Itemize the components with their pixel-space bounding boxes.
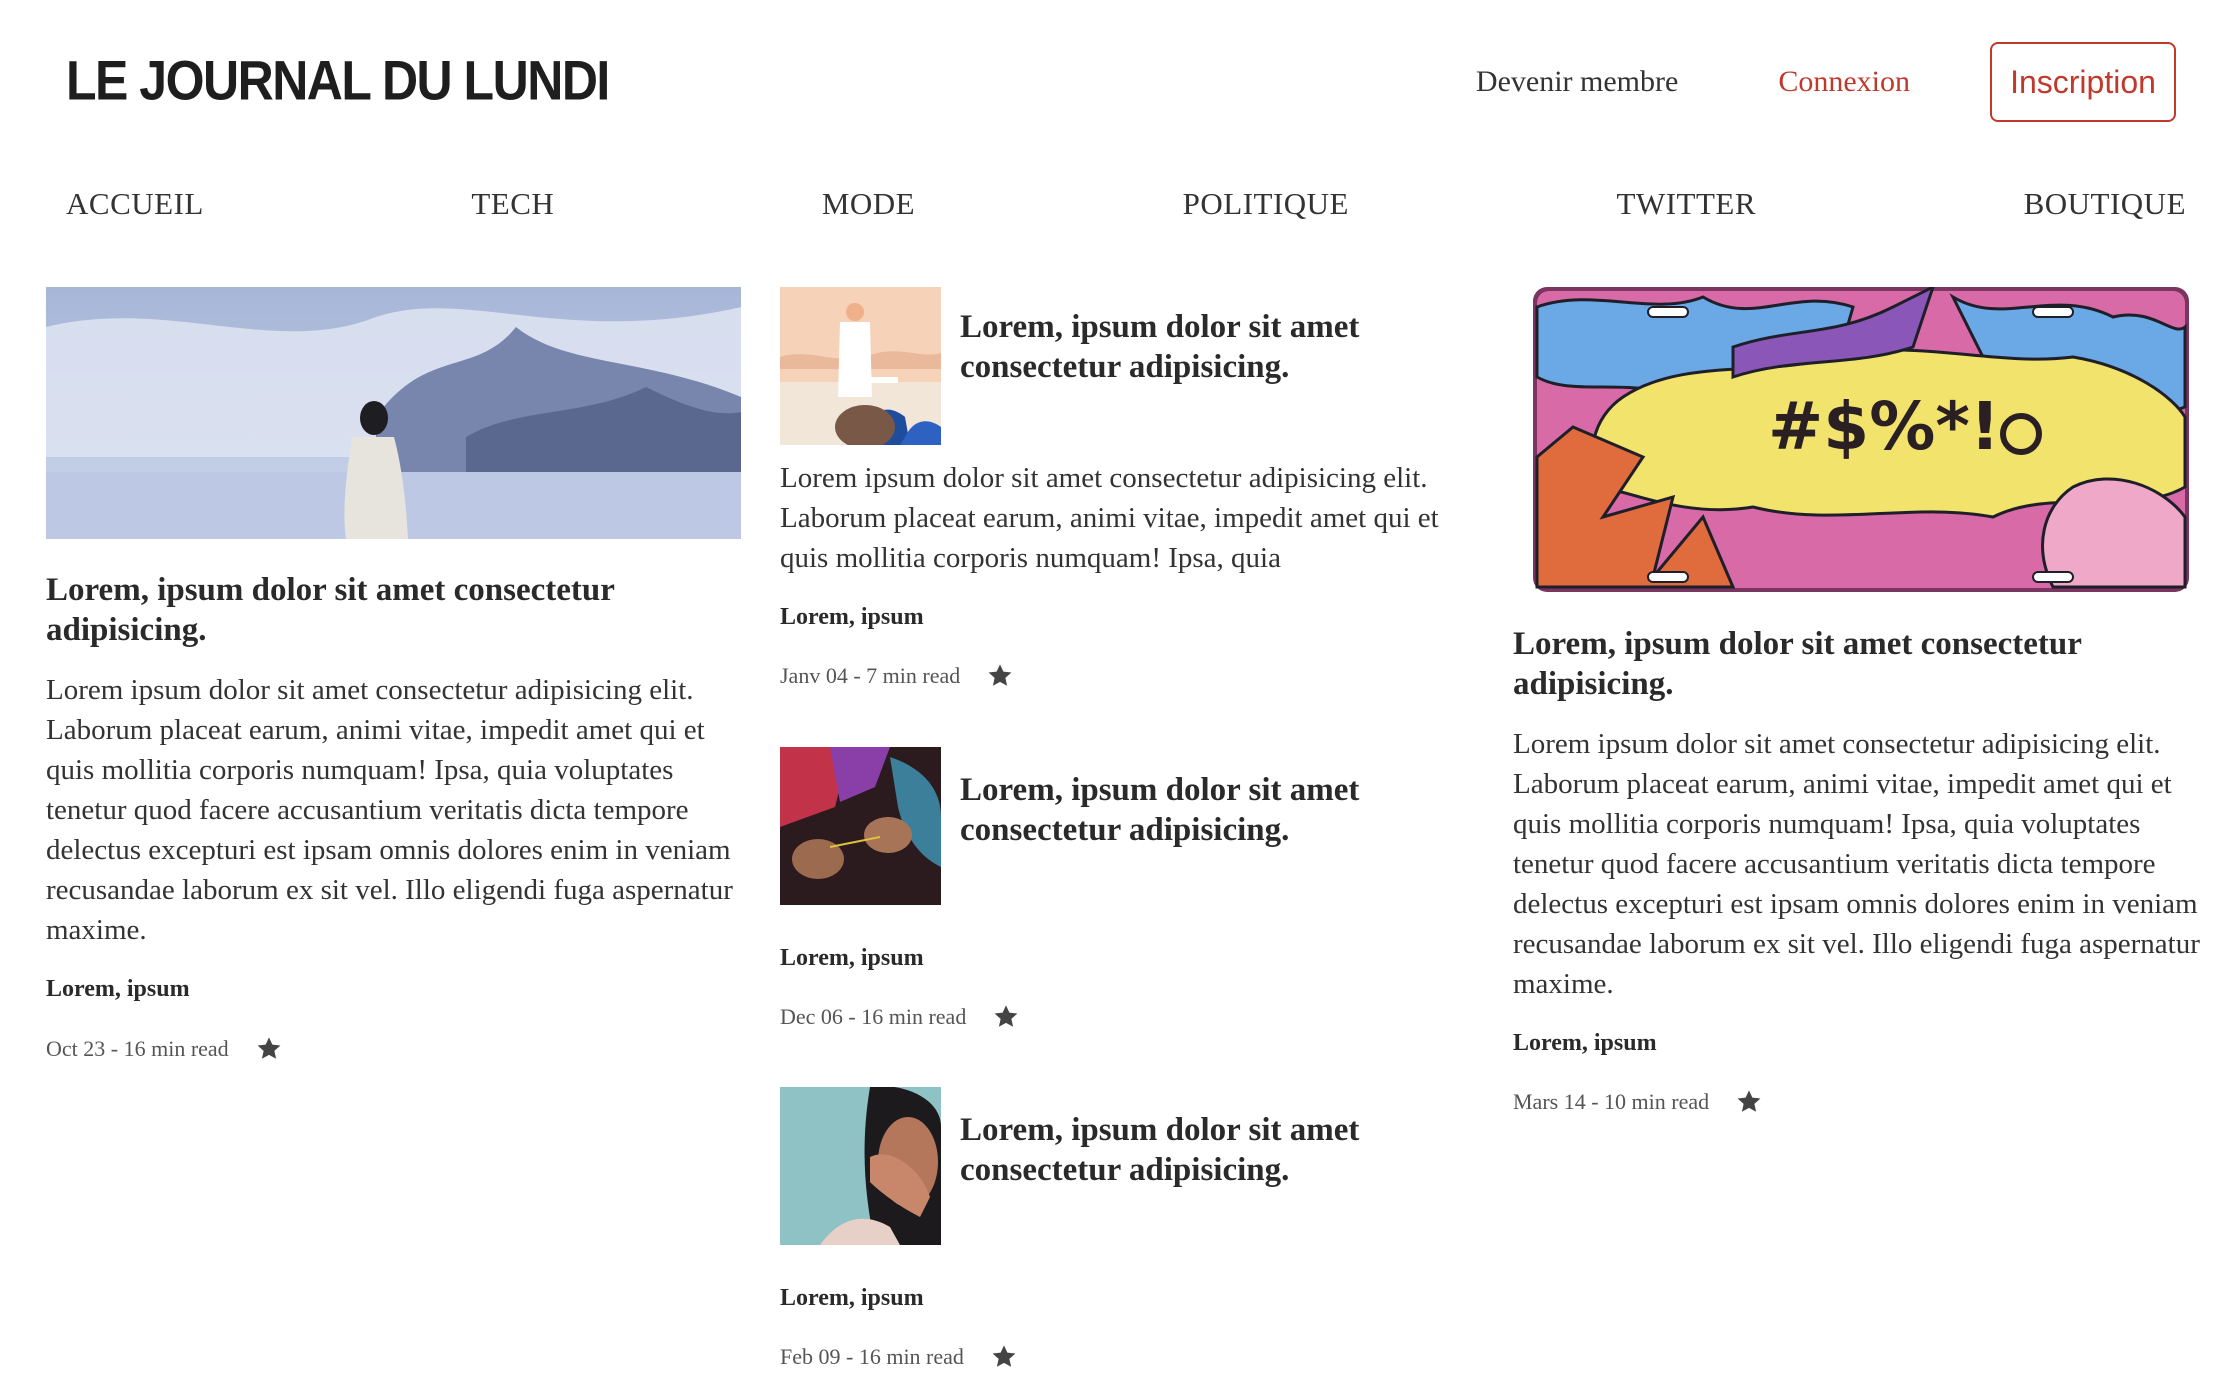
main-nav: ACCUEIL TECH MODE POLITIQUE TWITTER BOUT…	[66, 186, 2186, 222]
featured-right-title[interactable]: Lorem, ipsum dolor sit amet consectetur …	[1513, 624, 2173, 704]
nav-item-tech[interactable]: TECH	[471, 186, 554, 222]
featured-right-excerpt: Lorem ipsum dolor sit amet consectetur a…	[1513, 728, 2200, 1000]
nav-item-politique[interactable]: POLITIQUE	[1183, 186, 1349, 222]
featured-left-title[interactable]: Lorem, ipsum dolor sit amet consectetur …	[46, 570, 706, 650]
plate-exclamation-text: #$%*!	[1768, 388, 2000, 465]
signup-button[interactable]: Inscription	[1990, 42, 2176, 122]
login-link[interactable]: Connexion	[1778, 65, 1910, 99]
middle-article-1-date: Janv 04 - 7 min read	[780, 663, 961, 688]
star-icon[interactable]	[992, 1003, 1020, 1031]
featured-left-author[interactable]: Lorem, ipsum	[46, 976, 190, 1003]
middle-article-2-title[interactable]: Lorem, ipsum dolor sit amet consectetur …	[960, 770, 1380, 850]
featured-left-image[interactable]	[46, 287, 741, 539]
star-icon[interactable]	[986, 662, 1014, 690]
middle-article-1-title[interactable]: Lorem, ipsum dolor sit amet consectetur …	[960, 307, 1380, 387]
featured-left-meta: Oct 23 - 16 min read	[46, 1035, 283, 1063]
middle-article-1-meta: Janv 04 - 7 min read	[780, 662, 1014, 690]
become-member-link[interactable]: Devenir membre	[1476, 65, 1678, 99]
middle-article-3-image[interactable]	[780, 1087, 941, 1245]
middle-article-1-author[interactable]: Lorem, ipsum	[780, 604, 924, 631]
middle-article-1-excerpt: Lorem ipsum dolor sit amet consectetur a…	[780, 462, 1439, 574]
middle-article-3-date: Feb 09 - 16 min read	[780, 1344, 964, 1369]
header-actions: Devenir membre Connexion Inscription	[1476, 42, 2176, 122]
featured-left-excerpt: Lorem ipsum dolor sit amet consectetur a…	[46, 674, 733, 946]
nav-item-twitter[interactable]: TWITTER	[1617, 186, 1757, 222]
star-icon[interactable]	[1735, 1088, 1763, 1116]
featured-left-date: Oct 23 - 16 min read	[46, 1036, 229, 1061]
middle-article-3-meta: Feb 09 - 16 min read	[780, 1343, 1018, 1371]
star-icon[interactable]	[990, 1343, 1018, 1371]
featured-right-image[interactable]: #$%*!	[1533, 287, 2189, 592]
site-logo[interactable]: LE JOURNAL DU LUNDI	[66, 48, 610, 113]
featured-right-author[interactable]: Lorem, ipsum	[1513, 1030, 1657, 1057]
nav-item-boutique[interactable]: BOUTIQUE	[2024, 186, 2186, 222]
middle-article-2-author[interactable]: Lorem, ipsum	[780, 945, 924, 972]
featured-right-date: Mars 14 - 10 min read	[1513, 1089, 1710, 1114]
star-icon[interactable]	[255, 1035, 283, 1063]
middle-article-1-image[interactable]	[780, 287, 941, 445]
nav-item-accueil[interactable]: ACCUEIL	[66, 186, 204, 222]
featured-right-meta: Mars 14 - 10 min read	[1513, 1088, 1763, 1116]
middle-article-3-title[interactable]: Lorem, ipsum dolor sit amet consectetur …	[960, 1110, 1380, 1190]
middle-article-3-author[interactable]: Lorem, ipsum	[780, 1285, 924, 1312]
middle-article-2-meta: Dec 06 - 16 min read	[780, 1003, 1020, 1031]
nav-item-mode[interactable]: MODE	[822, 186, 915, 222]
middle-article-2-date: Dec 06 - 16 min read	[780, 1004, 967, 1029]
middle-article-2-image[interactable]	[780, 747, 941, 905]
